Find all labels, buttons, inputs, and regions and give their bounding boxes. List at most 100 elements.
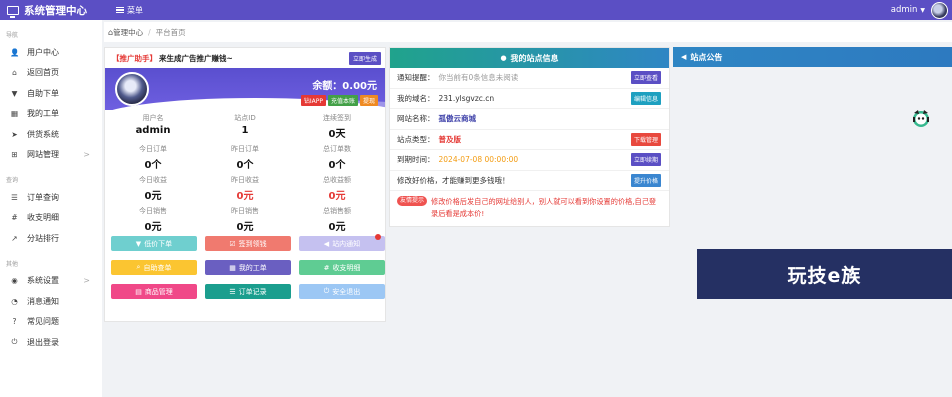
info-row: 我的域名： 231.ylsgvzc.cn 编辑信息 [390, 89, 669, 109]
stat-label: 昨日订单 [231, 145, 259, 153]
action-label: 订单记录 [238, 287, 267, 296]
sidebar-item-label: 返回首页 [27, 68, 59, 78]
action-button[interactable]: ☰ 订单记录 [205, 284, 291, 299]
mascot-icon[interactable] [910, 107, 932, 129]
stat-label: 用户名 [142, 114, 164, 122]
stat-value: 0个 [144, 160, 162, 171]
info-action-button[interactable]: 提升价格 [630, 173, 661, 187]
top-navbar: 系统管理中心 菜单 admin ▼ [0, 0, 952, 20]
recharge-button[interactable]: 充值本账 [327, 95, 358, 106]
sidebar-item[interactable]: ◔ 消息通知 [0, 291, 102, 312]
info-row: 通知提醒： 你当前有0条信息未阅读 立即查看 [390, 68, 669, 89]
sidebar-item[interactable]: ☰ 订单查询 [0, 187, 102, 208]
sidebar-item[interactable]: ⏻ 退出登录 [0, 332, 102, 353]
info-row: 网站名称： 孤傲云商城 [390, 109, 669, 130]
send-icon: ➤ [11, 129, 18, 139]
power-icon: ⏻ [323, 287, 330, 295]
sidebar-item[interactable]: # 收支明细 [0, 208, 102, 229]
breadcrumb-home[interactable]: 管理中心 [113, 27, 143, 38]
sidebar-item-label: 用户中心 [27, 47, 59, 57]
info-key: 我的域名： [397, 93, 435, 103]
site-info-card: ● 我的站点信息 通知提醒： 你当前有0条信息未阅读 立即查看 我的域名： 231.yl… [389, 47, 670, 227]
stat-cell: 总收益额 0元 [291, 172, 383, 203]
box-icon: ▤ [135, 287, 142, 296]
info-action-button[interactable]: 编辑信息 [630, 91, 661, 105]
stat-value: 0个 [328, 160, 346, 171]
sidebar-item[interactable]: ◉ 系统设置 > [0, 271, 102, 292]
user-summary-card: 【推广助手】 来生成广告推广赚钱~ 立即生成 余额：0.00元 钻IAPP 充值… [104, 47, 386, 322]
hash-icon: # [323, 263, 330, 272]
info-action-button[interactable]: 下载管理 [630, 132, 661, 146]
sidebar-item[interactable]: ➤ 供货系统 [0, 124, 102, 145]
info-row: 到期时间： 2024-07-08 00:00:00 立即续期 [390, 150, 669, 171]
stat-label: 今日订单 [139, 145, 167, 153]
generate-ad-button[interactable]: 立即生成 [348, 51, 381, 65]
info-value: 普及版 [438, 134, 462, 144]
menu-icon [116, 7, 124, 13]
bell-icon: ◔ [11, 296, 18, 306]
stat-value: admin [135, 125, 171, 136]
sidebar-item[interactable]: ▦ 我的工单 [0, 104, 102, 125]
app-button[interactable]: 钻IAPP [300, 95, 326, 106]
action-button[interactable]: ▦ 我的工单 [205, 260, 291, 275]
action-button[interactable]: ▤ 商品管理 [111, 284, 197, 299]
brand[interactable]: 系统管理中心 [0, 3, 102, 18]
info-action-button[interactable]: 立即查看 [630, 71, 661, 85]
check-icon: ☑ [229, 239, 236, 248]
globe-icon: ● [500, 54, 507, 62]
action-button[interactable]: ⌕ 自助查单 [111, 260, 197, 275]
sidebar-item[interactable]: 👤 用户中心 [0, 42, 102, 63]
info-row: 站点类型： 普及版 下载管理 [390, 130, 669, 150]
monitor-icon [7, 5, 19, 18]
info-row: 修改好价格，才能赚到更多钱哦！ 提升价格 [390, 171, 669, 191]
breadcrumb-separator: / [148, 27, 151, 37]
home-icon: ⌂ [12, 68, 17, 78]
avatar[interactable] [931, 1, 948, 19]
search-icon: ⌕ [136, 263, 141, 271]
action-button[interactable]: ⏻ 安全退出 [299, 284, 385, 299]
menu-toggle-button[interactable]: 菜单 [116, 5, 143, 16]
sidebar-item-label: 收支明细 [27, 213, 59, 223]
action-button[interactable]: ☑ 签到领钱 [205, 236, 291, 251]
sidebar-item-label: 常见问题 [27, 317, 59, 327]
sidebar-item-label: 系统设置 [27, 276, 59, 286]
stat-label: 站点ID [234, 114, 256, 122]
action-button[interactable]: ◀ 站内通知 [299, 234, 385, 251]
sidebar-item-label: 订单查询 [27, 192, 59, 202]
action-label: 我的工单 [238, 263, 267, 272]
stat-value: 0元 [236, 222, 254, 233]
action-button[interactable]: ▼ 低价下单 [111, 236, 197, 251]
info-value: 231.ylsgvzc.cn [438, 93, 495, 103]
ad-banner[interactable]: 玩技e族 [697, 249, 952, 299]
cart-icon: ▼ [135, 239, 142, 248]
sidebar-item[interactable]: ▼ 自助下单 [0, 83, 102, 104]
withdraw-button[interactable]: 提现 [359, 95, 378, 106]
sidebar-item[interactable]: ↗ 分站排行 [0, 228, 102, 249]
breadcrumb: ⌂ 管理中心 / 平台首页 [104, 22, 952, 42]
stat-cell: 今日销售 0元 [107, 203, 199, 234]
ad-text: 玩技e族 [787, 264, 862, 287]
stat-value: 0元 [144, 222, 162, 233]
sidebar-item[interactable]: ? 常见问题 [0, 312, 102, 333]
stat-label: 总订单数 [323, 145, 351, 153]
chevron-right-icon: > [83, 150, 90, 160]
profile-avatar [115, 72, 149, 106]
info-key: 修改好价格，才能赚到更多钱哦！ [397, 175, 510, 185]
promo-text: 来生成广告推广赚钱~ [159, 53, 233, 63]
question-icon: ? [12, 317, 17, 327]
list-icon: ☰ [11, 192, 18, 202]
sidebar-group-label: 其他 [6, 260, 19, 268]
user-menu[interactable]: admin ▼ [891, 1, 952, 19]
sidebar-item[interactable]: ⌂ 返回首页 [0, 63, 102, 84]
balance-text: 余额：0.00元 [312, 81, 377, 92]
tip-message: 修改价格后发自己的网址给别人，别人就可以看到你设置的价格,自己登录后看是成本价! [431, 197, 657, 218]
ticket-icon: ▦ [229, 263, 236, 272]
stat-label: 总销售额 [323, 207, 351, 215]
stat-value: 0个 [236, 160, 254, 171]
sidebar-item[interactable]: ⊞ 网站管理 > [0, 145, 102, 166]
info-action-button[interactable]: 立即续期 [630, 153, 661, 167]
stat-label: 昨日收益 [231, 176, 259, 184]
info-value: 孤傲云商城 [438, 114, 477, 124]
action-button[interactable]: # 收支明细 [299, 260, 385, 275]
ticket-icon: ▦ [10, 109, 19, 119]
